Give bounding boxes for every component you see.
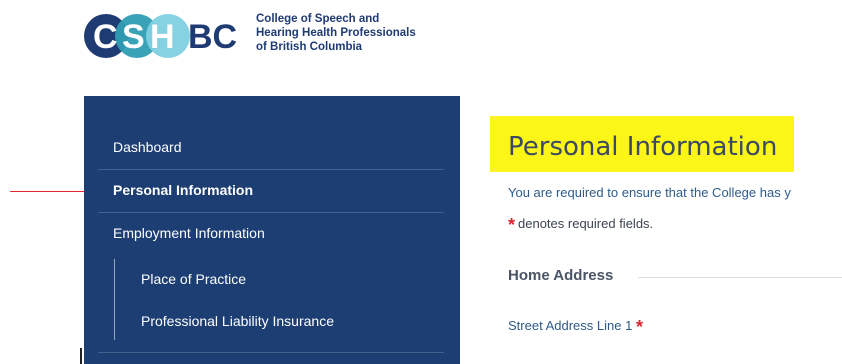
svg-text:H: H [150,18,175,56]
required-asterisk: * [508,215,516,235]
required-asterisk: * [635,317,643,337]
nav-divider [98,212,444,213]
submenu-indicator [114,259,115,340]
street-address-line-1-label: Street Address Line 1 * [508,317,646,338]
intro-text: You are required to ensure that the Coll… [508,185,791,200]
logo-tagline: College of Speech and Hearing Health Pro… [256,12,416,54]
svg-text:S: S [122,18,145,56]
svg-text:C: C [93,18,118,56]
required-note-text: denotes required fields. [518,216,654,231]
tagline-line: of British Columbia [256,41,363,53]
cshbc-logo-mark: C S H BC [84,14,237,58]
sidebar-item-employment-information[interactable]: Employment Information [113,225,265,241]
cshbc-logo[interactable]: C S H BC College of Speech and Hearing H… [84,8,464,64]
main-content: Personal Information You are required to… [460,96,842,364]
page-title: Personal Information [508,132,778,162]
sidebar-item-dashboard[interactable]: Dashboard [113,139,182,155]
section-divider [638,277,842,278]
required-fields-note: * denotes required fields. [508,215,653,236]
section-heading-home-address: Home Address [508,267,614,284]
sidebar-item-place-of-practice[interactable]: Place of Practice [141,271,246,287]
nav-divider [98,169,444,170]
tagline-line: Hearing Health Professionals [256,27,416,39]
sidebar-item-professional-liability-insurance[interactable]: Professional Liability Insurance [141,313,334,329]
nav-divider [98,352,444,353]
sidebar-item-personal-information[interactable]: Personal Information [113,182,253,198]
tagline-line: College of Speech and [256,13,380,25]
text-cursor [80,348,82,364]
field-label-text: Street Address Line 1 [508,318,633,333]
svg-text:BC: BC [188,18,237,56]
sidebar-nav: Dashboard Personal Information Employmen… [84,96,460,364]
